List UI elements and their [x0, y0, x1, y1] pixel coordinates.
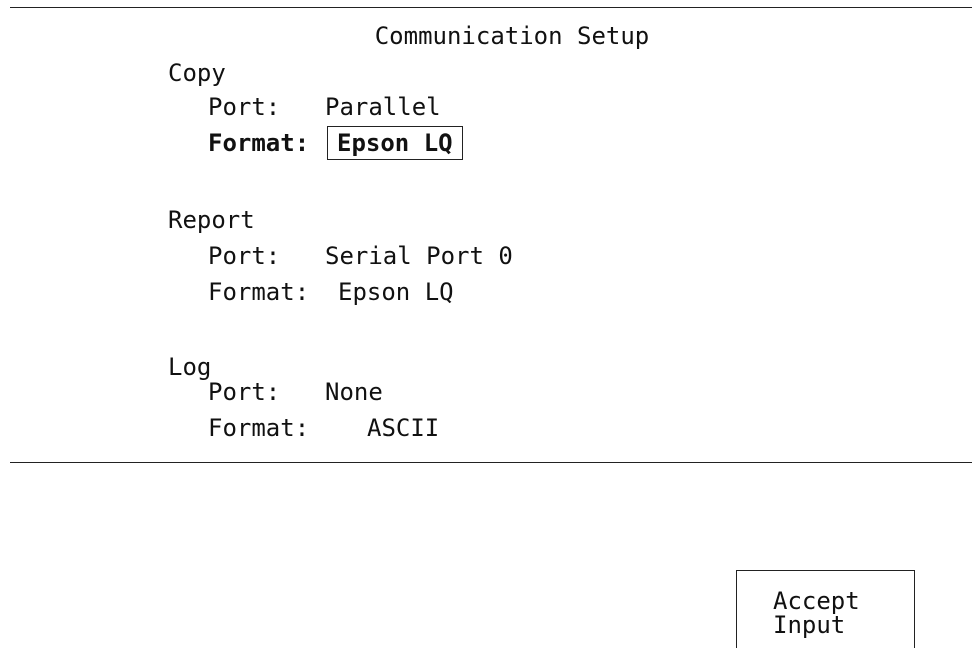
- copy-heading: Copy: [168, 59, 226, 87]
- log-port-label: Port:: [208, 378, 281, 406]
- report-format-label: Format:: [208, 278, 310, 306]
- log-format-value[interactable]: ASCII: [367, 413, 439, 443]
- log-format-label: Format:: [208, 414, 310, 442]
- copy-format-label: Format:: [208, 129, 310, 157]
- report-heading: Report: [168, 206, 255, 234]
- copy-port-label: Port:: [208, 93, 281, 121]
- bottom-divider: [10, 462, 972, 463]
- copy-port-value[interactable]: Parallel: [325, 92, 441, 122]
- log-port-value[interactable]: None: [325, 377, 383, 407]
- report-port-value[interactable]: Serial Port 0: [325, 241, 513, 271]
- report-format-value[interactable]: Epson LQ: [338, 277, 454, 307]
- report-port-label: Port:: [208, 242, 281, 270]
- accept-input-button[interactable]: Accept Input: [736, 570, 915, 648]
- accept-button-line1: Accept: [773, 587, 860, 615]
- accept-button-line2: Input: [773, 611, 846, 639]
- copy-format-field[interactable]: Epson LQ: [327, 126, 463, 160]
- log-heading: Log: [168, 353, 212, 381]
- top-divider: [10, 7, 972, 8]
- screen-title: Communication Setup: [374, 22, 650, 50]
